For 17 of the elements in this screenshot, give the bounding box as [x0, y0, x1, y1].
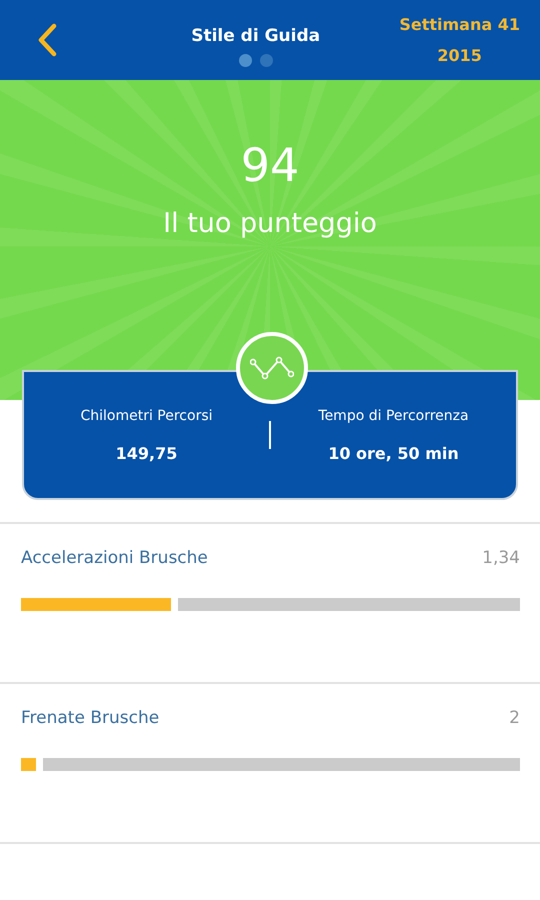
metric-value: 1,34: [482, 548, 520, 568]
summary-value: 149,75: [116, 444, 178, 462]
week-label: Settimana 41: [399, 15, 520, 34]
page-indicator-dot[interactable]: [238, 54, 252, 66]
score-value: 94: [240, 138, 300, 192]
score-label: Il tuo punteggio: [163, 208, 377, 239]
chevron-left-icon: [36, 23, 58, 57]
metric-value: 2: [509, 708, 520, 728]
summary-label: Chilometri Percorsi: [80, 408, 213, 424]
year-label: 2015: [437, 46, 482, 65]
metric-name: Accelerazioni Brusche: [21, 548, 208, 568]
page-indicator-dot[interactable]: [260, 54, 273, 66]
summary-value: 10 ore, 50 min: [328, 444, 459, 462]
zigzag-line-icon: [250, 355, 294, 381]
summary-label: Tempo di Percorrenza: [318, 408, 469, 424]
screen-title: Stile di Guida: [191, 26, 320, 46]
metric-name: Frenate Brusche: [21, 708, 160, 728]
